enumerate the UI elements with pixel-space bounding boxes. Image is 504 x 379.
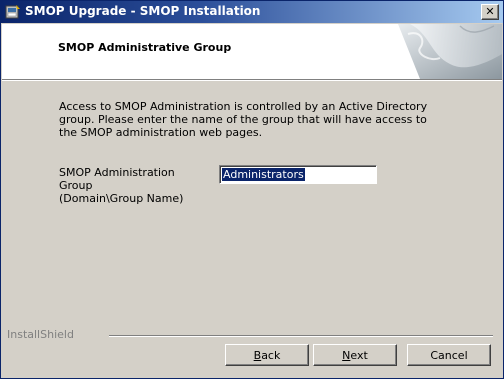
banner-divider-highlight <box>2 80 502 81</box>
group-field-label-line1: SMOP Administration Group <box>59 166 175 192</box>
next-button[interactable]: Next <box>313 344 397 366</box>
admin-group-input[interactable]: Administrators <box>219 165 377 184</box>
page-title: SMOP Administrative Group <box>58 41 232 54</box>
back-button-label: Back <box>253 349 281 362</box>
close-icon: ✕ <box>485 5 495 18</box>
installer-window: SMOP Upgrade - SMOP Installation ✕ SMOP … <box>0 0 504 379</box>
next-button-label: Next <box>342 349 368 362</box>
close-button[interactable]: ✕ <box>481 4 499 20</box>
page-curl-icon <box>390 24 502 79</box>
header-banner: SMOP Administrative Group <box>2 24 502 79</box>
window-title: SMOP Upgrade - SMOP Installation <box>25 4 261 18</box>
back-button[interactable]: Back <box>225 344 309 366</box>
installshield-brand: InstallShield <box>7 328 74 341</box>
installer-icon <box>5 5 20 19</box>
cancel-button[interactable]: Cancel <box>407 344 491 366</box>
description-text: Access to SMOP Administration is control… <box>59 100 428 139</box>
admin-group-input-value: Administrators <box>222 168 305 181</box>
group-field-label-line2: (Domain\Group Name) <box>59 192 184 205</box>
group-field-label: SMOP Administration Group (Domain\Group … <box>59 166 209 205</box>
cancel-button-label: Cancel <box>430 349 468 362</box>
footer-divider-highlight <box>109 336 493 337</box>
title-bar[interactable]: SMOP Upgrade - SMOP Installation ✕ <box>1 1 503 23</box>
